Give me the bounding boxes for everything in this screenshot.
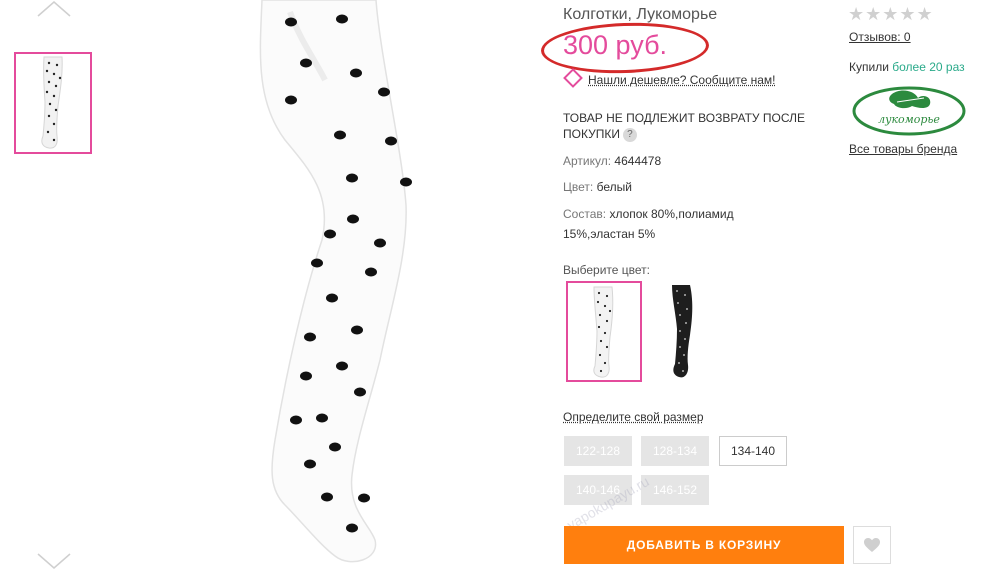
- black-tights-thumb: [652, 281, 712, 382]
- no-return-notice: ТОВАР НЕ ПОДЛЕЖИТ ВОЗВРАТУ ПОСЛЕ ПОКУПКИ…: [563, 110, 823, 142]
- heart-icon: [854, 527, 890, 563]
- thumbnail-selected[interactable]: [14, 52, 92, 154]
- size-option-134-140[interactable]: 134-140: [719, 436, 787, 466]
- tights-image: [230, 0, 480, 575]
- color-value: белый: [597, 180, 632, 194]
- found-cheaper-link[interactable]: Нашли дешевле? Сообщите нам!: [563, 71, 775, 87]
- article-value: 4644478: [614, 154, 661, 168]
- size-option-128-134[interactable]: 128-134: [641, 436, 709, 466]
- product-title: Колготки, Лукоморье: [563, 6, 717, 24]
- article-row: Артикул: 4644478: [563, 154, 661, 168]
- star-icons: ★★★★★: [848, 4, 934, 24]
- color-swatch-white[interactable]: [566, 281, 642, 382]
- price-tag-icon: [563, 68, 583, 88]
- found-cheaper-label: Нашли дешевле? Сообщите нам!: [588, 73, 775, 87]
- help-icon[interactable]: ?: [623, 128, 637, 142]
- chevron-up-icon: [34, 0, 74, 18]
- no-return-text: ТОВАР НЕ ПОДЛЕЖИТ ВОЗВРАТУ ПОСЛЕ ПОКУПКИ: [563, 111, 805, 141]
- brand-logo-image: лукоморье: [852, 86, 966, 136]
- composition-row: Состав: хлопок 80%,полиамид 15%,эластан …: [563, 204, 763, 244]
- color-swatch-black[interactable]: [652, 281, 712, 382]
- brand-logo-text: лукоморье: [878, 113, 940, 126]
- price-highlight-annotation: [540, 20, 710, 76]
- purchase-count: Купили более 20 раз: [849, 60, 965, 74]
- color-label: Цвет:: [563, 180, 593, 194]
- article-label: Артикул:: [563, 154, 611, 168]
- thumbnail-tights-image: [16, 54, 90, 152]
- size-guide-link[interactable]: Определите свой размер: [563, 410, 704, 424]
- reviews-link[interactable]: Отзывов: 0: [849, 30, 911, 44]
- brand-logo[interactable]: лукоморье: [852, 86, 966, 136]
- bought-prefix: Купили: [849, 60, 889, 74]
- main-product-image[interactable]: [230, 0, 480, 575]
- thumbnails-up-arrow[interactable]: [34, 0, 74, 18]
- all-brand-products-link[interactable]: Все товары бренда: [849, 142, 957, 156]
- choose-color-label: Выберите цвет:: [563, 263, 650, 277]
- favorite-button[interactable]: [853, 526, 891, 564]
- color-row: Цвет: белый: [563, 180, 632, 194]
- chevron-down-icon: [34, 552, 74, 570]
- white-tights-thumb: [568, 283, 640, 380]
- bought-value: более 20 раз: [892, 60, 964, 74]
- add-to-cart-button[interactable]: ДОБАВИТЬ В КОРЗИНУ: [564, 526, 844, 564]
- rating-stars: ★★★★★: [848, 4, 934, 25]
- size-option-146-152[interactable]: 146-152: [641, 475, 709, 505]
- composition-label: Состав:: [563, 207, 606, 221]
- thumbnails-down-arrow[interactable]: [34, 552, 74, 570]
- size-option-122-128[interactable]: 122-128: [564, 436, 632, 466]
